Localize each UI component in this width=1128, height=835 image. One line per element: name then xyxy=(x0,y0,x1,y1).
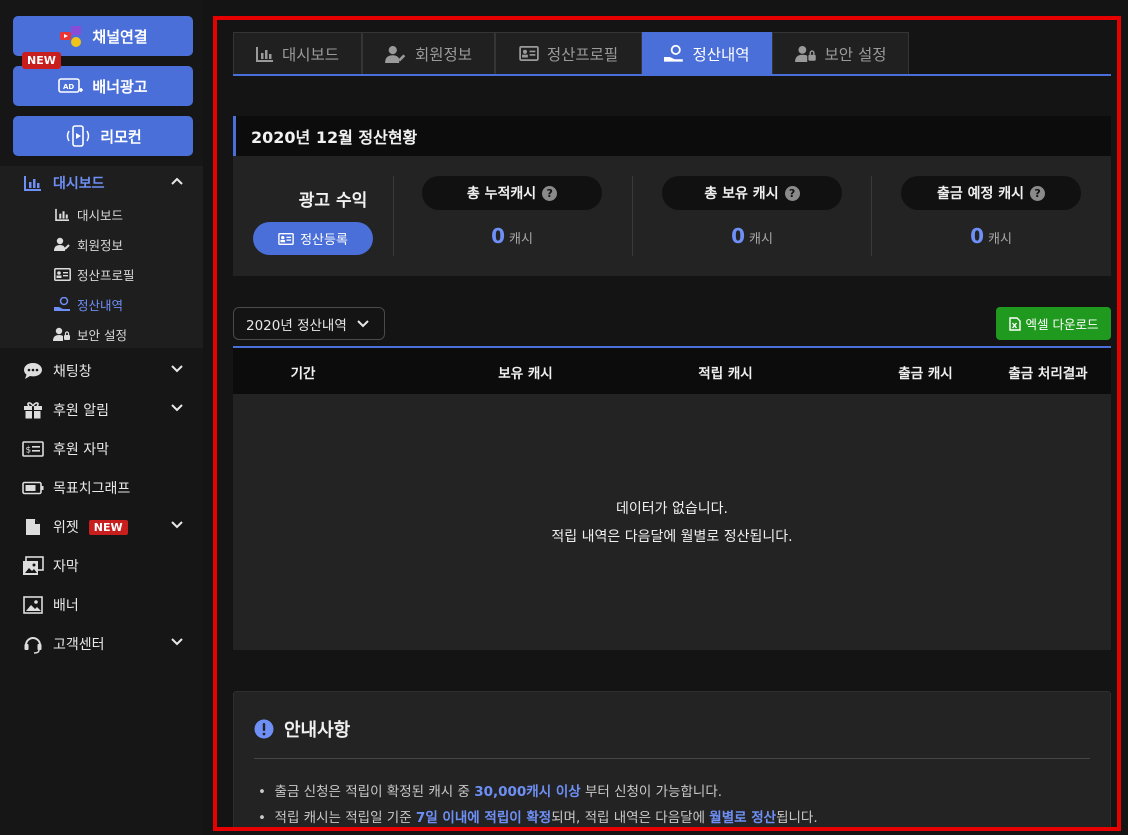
channel-connect-label: 채널연결 xyxy=(92,27,148,46)
nav-banner-label: 배너 xyxy=(53,598,79,614)
nav-widget[interactable]: 위젯 NEW xyxy=(0,510,203,544)
nav-dashboard-label: 대시보드 xyxy=(53,176,105,192)
remote-icon xyxy=(64,125,92,147)
nav-donation-caption-label: 후원 자막 xyxy=(53,442,109,458)
sub-item-settle-history[interactable]: 정산내역 xyxy=(0,290,203,318)
new-badge: NEW xyxy=(88,519,128,535)
chevron-down-icon xyxy=(171,521,183,529)
svg-text:AD: AD xyxy=(63,83,74,91)
sidebar: 채널연결 NEW AD 배너광고 리모컨 대시보드 대시보드 회원정보 정산프로… xyxy=(0,0,203,835)
image-icon xyxy=(22,594,44,616)
nav-chat[interactable]: 채팅창 xyxy=(0,354,203,388)
nav-widget-label: 위젯 xyxy=(53,520,79,536)
chevron-down-icon xyxy=(171,638,183,646)
sub-item-label: 회원정보 xyxy=(77,237,124,253)
channel-connect-button[interactable]: 채널연결 xyxy=(13,16,193,56)
chat-bubble-icon xyxy=(22,360,44,382)
chevron-down-icon xyxy=(171,365,183,373)
id-card-icon xyxy=(53,266,71,282)
chart-icon xyxy=(53,206,71,222)
banner-ad-button[interactable]: AD 배너광고 xyxy=(13,66,193,106)
nav-goal-graph[interactable]: 목표치그래프 xyxy=(0,471,203,505)
svg-text:$: $ xyxy=(26,446,32,456)
chart-icon xyxy=(22,172,44,194)
nav-caption-label: 자막 xyxy=(53,559,79,575)
widget-icon xyxy=(22,516,44,538)
nav-dashboard[interactable]: 대시보드 xyxy=(0,166,203,200)
chevron-down-icon xyxy=(171,404,183,412)
nav-donation-alert[interactable]: 후원 알림 xyxy=(0,393,203,427)
nav-support[interactable]: 고객센터 xyxy=(0,627,203,661)
gift-icon xyxy=(22,399,44,421)
new-badge: NEW xyxy=(22,52,61,69)
banner-ad-label: 배너광고 xyxy=(92,77,148,96)
user-lock-icon xyxy=(53,326,71,342)
chevron-up-icon xyxy=(171,177,183,185)
nav-goal-graph-label: 목표치그래프 xyxy=(53,481,131,497)
nav-donation-alert-label: 후원 알림 xyxy=(53,403,109,419)
nav-chat-label: 채팅창 xyxy=(53,364,92,380)
sub-item-dashboard[interactable]: 대시보드 xyxy=(0,200,203,228)
headset-icon xyxy=(22,633,44,655)
nav-donation-caption[interactable]: $ 후원 자막 xyxy=(0,432,203,466)
sub-item-member-info[interactable]: 회원정보 xyxy=(0,230,203,258)
sub-item-label: 정산프로필 xyxy=(77,267,135,283)
sub-item-security[interactable]: 보안 설정 xyxy=(0,320,203,348)
sub-item-settle-profile[interactable]: 정산프로필 xyxy=(0,260,203,288)
sub-item-label: 대시보드 xyxy=(77,207,124,223)
ad-banner-icon: AD xyxy=(58,76,84,96)
sub-item-label: 보안 설정 xyxy=(77,327,127,343)
hand-coin-icon xyxy=(53,296,71,312)
user-edit-icon xyxy=(53,236,71,252)
nav-support-label: 고객센터 xyxy=(53,637,105,653)
remote-label: 리모컨 xyxy=(100,127,142,146)
sub-item-label: 정산내역 xyxy=(77,297,124,313)
battery-icon xyxy=(22,477,44,499)
channel-link-icon xyxy=(58,24,84,48)
remote-button[interactable]: 리모컨 xyxy=(13,116,193,156)
highlight-frame xyxy=(213,16,1121,831)
images-icon xyxy=(22,555,44,577)
dashboard-nav-group: 대시보드 대시보드 회원정보 정산프로필 정산내역 보안 설정 xyxy=(0,166,203,348)
money-bill-icon: $ xyxy=(22,438,44,460)
nav-banner[interactable]: 배너 xyxy=(0,588,203,622)
nav-caption[interactable]: 자막 xyxy=(0,549,203,583)
